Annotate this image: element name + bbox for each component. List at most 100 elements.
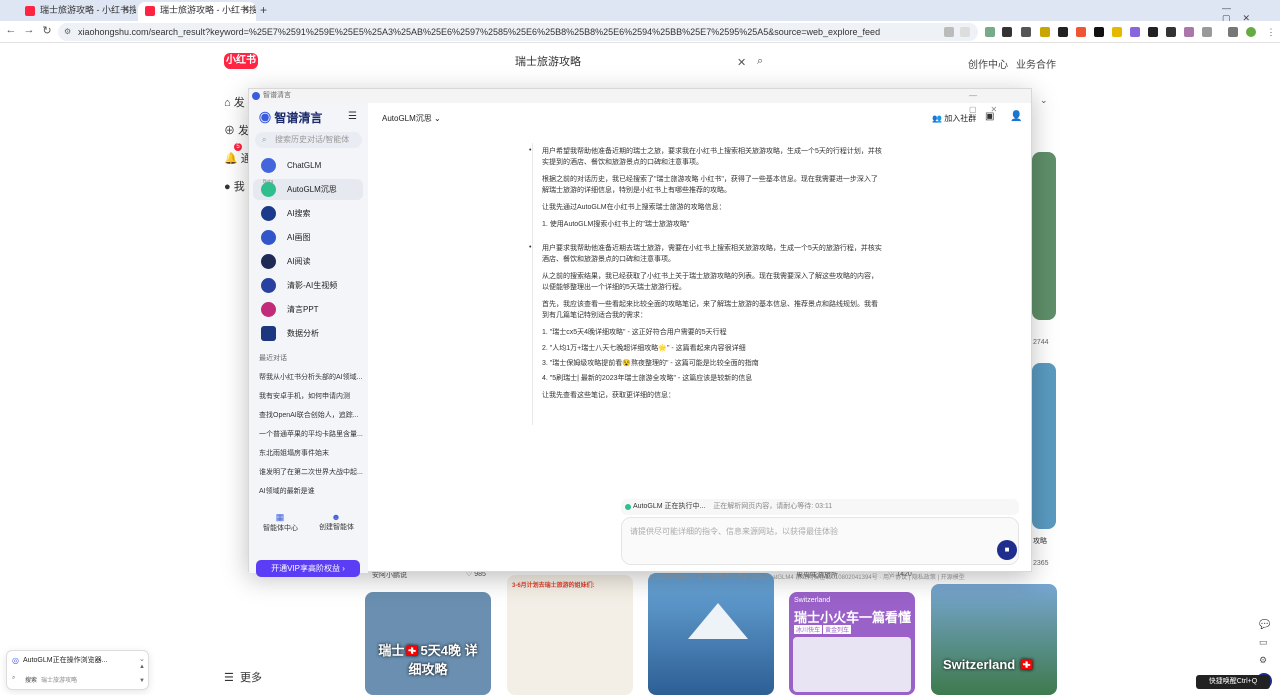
search-value: 瑞士旅游攻略: [41, 678, 78, 684]
card-title-snippet: 攻略: [1033, 538, 1047, 545]
data-analysis-icon: [261, 326, 276, 341]
window-titlebar: 智谱清言 —▢✕: [249, 89, 1031, 114]
extension-icon[interactable]: [1094, 27, 1104, 37]
browser-tab-2-active[interactable]: 瑞士旅游攻略 - 小红书搜索 ✕: [138, 2, 256, 21]
stop-button[interactable]: ■: [997, 540, 1017, 560]
settings-icon[interactable]: ⚙: [1259, 655, 1267, 666]
extension-icon[interactable]: [1166, 27, 1176, 37]
scroll-up-icon[interactable]: ▲: [139, 664, 145, 670]
menu-item-ai-search[interactable]: AI搜索: [253, 203, 363, 224]
extension-icon[interactable]: [985, 27, 995, 37]
close-tab-icon[interactable]: ✕: [122, 2, 130, 19]
extension-icon[interactable]: [1184, 27, 1194, 37]
xiaohongshu-favicon-icon: [145, 6, 155, 16]
feed-card[interactable]: Switzerland 瑞士小火车一篇看懂 冰川快车 黄金列车: [789, 592, 915, 695]
stop-icon: ■: [1004, 545, 1010, 554]
extension-icon[interactable]: [1058, 27, 1068, 37]
browser-menu-icon[interactable]: ⋮: [1266, 27, 1276, 37]
search-input[interactable]: 瑞士旅游攻略: [505, 51, 775, 73]
feed-card-image[interactable]: [1032, 152, 1056, 320]
thinking-text: 用户要求我帮助他准备近期去瑞士旅游，需要在小红书上搜索相关旅游攻略，生成一个5天…: [542, 245, 882, 263]
feed-card[interactable]: 3-6月计划去瑞士旅游的姐妹们:: [507, 575, 633, 695]
site-info-icon[interactable]: ⚙: [64, 23, 71, 41]
menu-item-video[interactable]: 清影-AI生视频: [253, 275, 363, 296]
feed-card[interactable]: 瑞士🇨🇭5天4晚 详细攻略: [365, 592, 491, 695]
user-avatar-icon[interactable]: 👤: [1010, 111, 1022, 122]
join-community-button[interactable]: 👥 加入社群: [932, 113, 976, 124]
vip-upgrade-button[interactable]: 开通VIP享高阶权益 ›: [256, 560, 360, 577]
feed-card[interactable]: Switzerland 🇨🇭: [931, 584, 1057, 695]
card-overlay-text: 瑞士小火车一篇看懂: [794, 610, 912, 625]
chat-icon[interactable]: 💬: [1259, 619, 1270, 630]
menu-item-data-analysis[interactable]: 数据分析: [253, 323, 363, 344]
card-overlay-text: 3-6月计划去瑞士旅游的姐妹们:: [512, 583, 595, 589]
chat-input[interactable]: 请提供尽可能详细的指令、信息来源网站，以获得最佳体验: [621, 517, 1019, 565]
cast-icon[interactable]: [944, 27, 954, 37]
extension-icon[interactable]: [1002, 27, 1012, 37]
download-icon[interactable]: [1228, 27, 1238, 37]
extension-icon[interactable]: [1021, 27, 1031, 37]
model-selector[interactable]: AutoGLM沉思 ⌄: [382, 113, 441, 124]
thinking-text: 4. "5刷瑞士| 最新的2023年瑞士旅游全攻略" - 这篇应该是较新的信息: [542, 375, 753, 382]
more-menu[interactable]: ☰ 更多: [224, 669, 262, 685]
recent-item[interactable]: 查找OpenAI联合创始人，追踪...: [259, 410, 363, 420]
menu-label: ChatGLM: [287, 161, 322, 170]
clear-search-icon[interactable]: ✕: [737, 56, 746, 69]
nav-item[interactable]: ● 我: [224, 178, 245, 194]
extension-icon[interactable]: [1130, 27, 1140, 37]
status-label: AutoGLM 正在执行中...: [633, 503, 706, 510]
menu-item-autoglm[interactable]: AutoGLM沉思 Beta: [253, 179, 363, 200]
bookmark-star-icon[interactable]: [960, 27, 970, 37]
recent-item[interactable]: 东北雨姐塌房事件始末: [259, 448, 363, 458]
new-tab-button[interactable]: +: [260, 3, 267, 17]
menu-item-ppt[interactable]: 清言PPT: [253, 299, 363, 320]
nav-item[interactable]: ⊕ 发: [224, 122, 249, 138]
agent-center-button[interactable]: ▦ 智能体中心: [263, 512, 298, 533]
chevron-down-icon[interactable]: ⌄: [1040, 95, 1048, 106]
map-illustration: [793, 637, 911, 692]
create-agent-button[interactable]: ☻ 创建智能体: [319, 512, 354, 532]
recent-item[interactable]: 帮我从小红书分析头部的AI领域...: [259, 372, 363, 382]
nav-item[interactable]: ⌂ 发: [224, 94, 245, 110]
reload-icon[interactable]: ↻: [40, 24, 54, 37]
recent-item[interactable]: AI领域的最新是谁: [259, 486, 363, 496]
shortcut-tooltip: 快捷唤醒Ctrl+Q: [1196, 675, 1270, 689]
mountain-shape: [688, 603, 748, 639]
address-row: ← → ↻ ⚙ xiaohongshu.com/search_result?ke…: [0, 21, 1280, 43]
feed-card[interactable]: [648, 573, 774, 695]
scroll-down-icon[interactable]: ▼: [139, 678, 145, 684]
forward-icon[interactable]: →: [22, 24, 36, 36]
brand-logo[interactable]: ◉ 智谱清言: [259, 109, 322, 126]
history-search-input[interactable]: ⌕ 搜索历史对话/智能体: [255, 132, 362, 148]
recent-item[interactable]: 我有安卓手机，如何申请内测: [259, 391, 363, 401]
close-tab-icon[interactable]: ✕: [242, 2, 250, 19]
extension-icon[interactable]: [1112, 27, 1122, 37]
browser-tab-1[interactable]: 瑞士旅游攻略 - 小红书搜索 ✕: [18, 2, 136, 21]
extension-icon[interactable]: [1148, 27, 1158, 37]
url-bar[interactable]: ⚙ xiaohongshu.com/search_result?keyword=…: [58, 23, 978, 41]
creator-center-link[interactable]: 创作中心: [968, 56, 1008, 71]
xiaohongshu-logo[interactable]: 小红书: [224, 53, 258, 69]
recent-item[interactable]: 一个普通苹果的平均卡路里含量...: [259, 429, 363, 439]
menu-item-ai-draw[interactable]: AI画图: [253, 227, 363, 248]
menu-label: AI搜索: [287, 209, 311, 218]
back-icon[interactable]: ←: [4, 24, 18, 36]
extensions-puzzle-icon[interactable]: [1202, 27, 1212, 37]
profile-avatar-icon[interactable]: [1246, 27, 1256, 37]
business-link[interactable]: 业务合作: [1016, 56, 1056, 71]
recent-item[interactable]: 谁发明了在第二次世界大战中起...: [259, 467, 363, 477]
menu-item-ai-read[interactable]: AI阅读: [253, 251, 363, 272]
search-icon[interactable]: ⌕: [757, 55, 763, 68]
window-icon[interactable]: ▣: [985, 111, 994, 122]
extension-icon[interactable]: [1040, 27, 1050, 37]
feed-card-image[interactable]: [1032, 363, 1056, 529]
more-label: 更多: [240, 672, 262, 684]
window-icon[interactable]: ▭: [1259, 637, 1268, 648]
search-icon: ⌕: [262, 135, 267, 144]
ai-draw-icon: [261, 230, 276, 245]
status-detail: 正在解析网页内容，请耐心等待: 03:11: [713, 503, 833, 510]
collapse-sidebar-icon[interactable]: ☰: [348, 111, 357, 122]
extension-icon[interactable]: [1076, 27, 1086, 37]
card-tag: Switzerland: [794, 597, 831, 604]
chevron-down-icon[interactable]: ⌄: [139, 655, 145, 663]
